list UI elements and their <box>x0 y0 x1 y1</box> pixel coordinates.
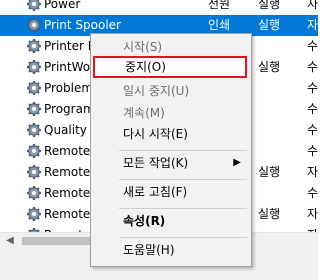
service-status: 실행 <box>258 18 281 32</box>
menu-item-all-tasks[interactable]: 모든 작업(K) ▶ <box>91 152 251 174</box>
service-startup-type: 자 <box>307 18 318 32</box>
menu-item-refresh[interactable]: 새로 고침(F) <box>91 181 251 203</box>
service-startup-type: 자 <box>307 0 318 11</box>
service-gear-icon <box>26 143 42 159</box>
service-status <box>258 99 300 120</box>
menu-item-pause[interactable]: 일시 중지(U) <box>91 80 251 102</box>
service-gear-icon <box>26 122 42 138</box>
service-startup-type: 자 <box>307 225 318 232</box>
menu-item-restart[interactable]: 다시 시작(E) <box>91 123 251 145</box>
menu-item-stop[interactable]: 중지(O) <box>93 56 247 78</box>
menu-item-resume[interactable]: 계속(M) <box>91 102 251 124</box>
service-status: 실행 <box>258 0 281 11</box>
service-startup-type: 수 <box>307 81 318 95</box>
service-gear-icon <box>26 101 42 117</box>
service-description: 전원 <box>208 0 231 11</box>
service-status <box>258 183 300 204</box>
service-status: 실행 <box>258 60 281 74</box>
service-startup-type: 수 <box>307 186 318 200</box>
service-gear-icon <box>26 80 42 96</box>
menu-separator <box>119 179 247 180</box>
context-menu: 시작(S) 중지(O) 일시 중지(U) 계속(M) 다시 시작(E) 모든 작… <box>90 33 252 267</box>
service-startup-type: 자 <box>307 207 318 221</box>
service-startup-type: 수 <box>307 144 318 158</box>
service-status <box>258 120 300 141</box>
service-status <box>258 36 300 57</box>
service-gear-icon <box>26 17 42 33</box>
service-status <box>258 78 300 99</box>
menu-item-help[interactable]: 도움말(H) <box>91 239 251 261</box>
service-status <box>258 225 300 232</box>
menu-item-start[interactable]: 시작(S) <box>91 36 251 58</box>
menu-item-properties[interactable]: 속성(R) <box>91 210 251 232</box>
menu-separator <box>119 150 247 151</box>
service-gear-icon <box>26 206 42 222</box>
service-gear-icon <box>26 59 42 75</box>
service-gear-icon <box>26 185 42 201</box>
menu-separator <box>119 208 247 209</box>
service-startup-type: 수 <box>307 102 318 116</box>
service-startup-type: 수 <box>307 60 318 74</box>
service-status: 실행 <box>258 207 281 221</box>
service-status <box>258 141 300 162</box>
service-row[interactable]: Power 전원 실행 자 <box>0 0 318 15</box>
menu-separator <box>119 237 247 238</box>
service-gear-icon <box>26 164 42 180</box>
service-status: 실행 <box>258 165 281 179</box>
service-startup-type: 수 <box>307 123 318 137</box>
service-gear-icon <box>26 38 42 54</box>
service-gear-icon <box>26 0 42 12</box>
service-startup-type: 수 <box>307 39 318 53</box>
service-startup-type: 자 <box>307 165 318 179</box>
scroll-left-icon[interactable]: ◀ <box>4 235 16 247</box>
chevron-right-icon: ▶ <box>233 157 241 168</box>
